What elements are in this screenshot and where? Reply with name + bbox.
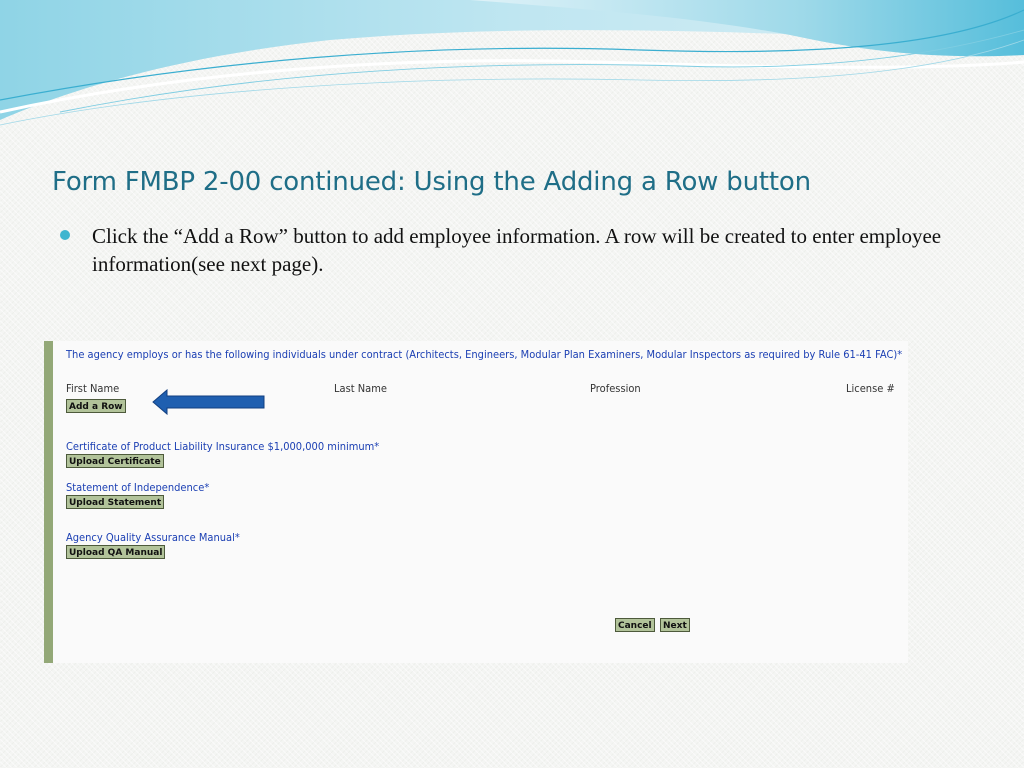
bullet-item: Click the “Add a Row” button to add empl…: [60, 222, 980, 278]
upload-certificate-button[interactable]: Upload Certificate: [66, 454, 164, 468]
next-button[interactable]: Next: [660, 618, 690, 632]
upload-qa-manual-button[interactable]: Upload QA Manual: [66, 545, 166, 559]
column-profession: Profession: [590, 382, 641, 395]
bullet-text: Click the “Add a Row” button to add empl…: [92, 224, 942, 276]
column-license-number: License #: [846, 382, 895, 395]
independence-label: Statement of Independence*: [66, 481, 210, 494]
left-arrow-icon: [152, 389, 265, 415]
slide-title: Form FMBP 2-00 continued: Using the Addi…: [52, 167, 811, 197]
contractors-intro-text: The agency employs or has the following …: [66, 348, 903, 361]
column-first-name: First Name: [66, 382, 120, 395]
certificate-label: Certificate of Product Liability Insuran…: [66, 440, 380, 453]
upload-statement-button[interactable]: Upload Statement: [66, 495, 165, 509]
bullet-dot-icon: [60, 230, 70, 240]
add-row-button[interactable]: Add a Row: [66, 399, 126, 413]
qa-manual-label: Agency Quality Assurance Manual*: [66, 531, 240, 544]
form-screenshot: The agency employs or has the following …: [44, 341, 908, 663]
cancel-button[interactable]: Cancel: [615, 618, 655, 632]
header-wave-decoration: [0, 0, 1024, 126]
column-last-name: Last Name: [334, 382, 387, 395]
